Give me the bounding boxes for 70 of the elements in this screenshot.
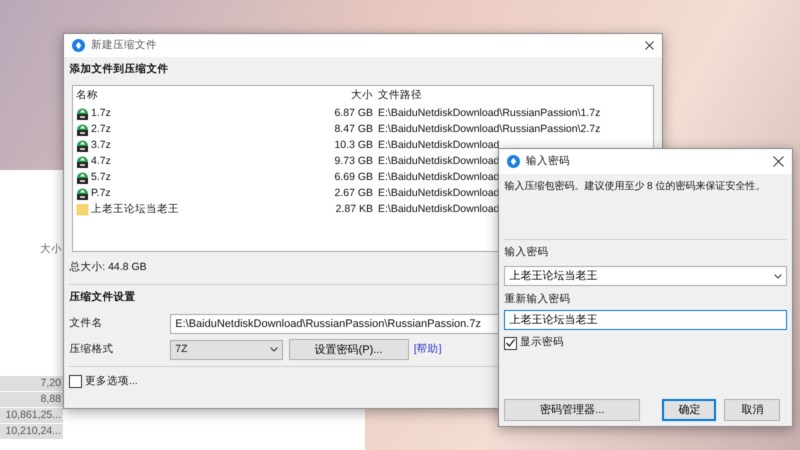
help-link[interactable]: [帮助] <box>414 342 442 358</box>
chevron-icon <box>270 347 278 352</box>
file-row[interactable]: 1.7z 6.87 GB E:\BaiduNetdiskDownload\RussianPassion\1.7z <box>73 106 653 122</box>
close-icon[interactable] <box>773 156 784 167</box>
file-row[interactable]: 2.7z 8.47 GB E:\BaiduNetdiskDownload\RussianPassion\2.7z <box>73 122 653 138</box>
archive-icon <box>76 123 89 136</box>
checkbox-label: 显示密码 <box>520 335 564 350</box>
format-dropdown[interactable]: 7Z <box>170 340 284 360</box>
file-name: 5.7z <box>91 170 111 185</box>
column-header: 大小 <box>40 242 62 257</box>
file-size: 6.69 GB <box>334 170 373 183</box>
table-cell: 10,210,24... <box>0 424 63 440</box>
file-size: 6.87 GB <box>334 106 373 119</box>
field-label: 文件名 <box>69 316 104 331</box>
password-combobox[interactable]: 上老王论坛当老王 <box>504 266 787 286</box>
file-name: 2.7z <box>91 122 111 137</box>
checkbox-label: 更多选项... <box>84 374 138 389</box>
file-size: 2.67 GB <box>334 186 373 199</box>
close-icon[interactable] <box>645 41 654 50</box>
chevron-icon <box>774 274 782 279</box>
password-value: 上老王论坛当老王 <box>509 268 774 284</box>
folder-icon <box>76 203 89 216</box>
field-label: 重新输入密码 <box>504 292 570 304</box>
file-name: P.7z <box>91 186 111 201</box>
file-path: E:\BaiduNetdiskDownload <box>378 170 500 183</box>
column-header: 大小 <box>351 88 373 101</box>
confirm-password-field[interactable]: 上老王论坛当老王 <box>504 310 787 330</box>
file-path: E:\BaiduNetdiskDownload <box>378 138 500 151</box>
archive-icon <box>76 139 89 152</box>
file-size: 10.3 GB <box>334 138 373 151</box>
field-value: E:\BaiduNetdiskDownload\RussianPassion\RussianPassion.7z <box>175 318 481 330</box>
section-title: 压缩文件设置 <box>69 290 136 303</box>
file-size: 2.87 KB <box>336 202 373 215</box>
file-path: E:\BaiduNetdiskDownload\RussianPassion\1.7z <box>378 106 600 119</box>
set-password-button[interactable]: 设置密码(P)... <box>288 339 408 360</box>
column-header: 名称 <box>76 88 98 103</box>
dropdown-value: 7Z <box>175 342 188 357</box>
table-cell: 10,861,25... <box>0 408 63 424</box>
checkbox[interactable] <box>69 375 82 388</box>
dialog-button[interactable]: 确定 <box>662 398 716 421</box>
app-icon <box>72 39 85 52</box>
file-name: 3.7z <box>91 138 111 153</box>
file-row[interactable]: 3.7z 10.3 GB E:\BaiduNetdiskDownload <box>73 138 653 154</box>
archive-icon <box>76 187 89 200</box>
table-cell: 7,20 <box>0 376 63 392</box>
dialog-button[interactable]: 取消 <box>724 398 780 421</box>
file-path: E:\BaiduNetdiskDownload <box>378 154 500 167</box>
total-size: 总大小: 44.8 GB <box>69 260 147 275</box>
archive-icon <box>76 107 89 120</box>
column-header: 文件路径 <box>378 88 422 101</box>
checkbox[interactable] <box>504 336 518 350</box>
window-title: 输入密码 <box>526 154 570 169</box>
window-title: 新建压缩文件 <box>91 38 157 53</box>
file-name: 上老王论坛当老王 <box>91 202 179 217</box>
section-title: 添加文件到压缩文件 <box>69 63 168 76</box>
field-label: 压缩格式 <box>69 342 114 357</box>
app-icon <box>507 155 520 168</box>
file-path: E:\BaiduNetdiskDownload\RussianPassion\2.7z <box>378 122 600 135</box>
file-name: 1.7z <box>91 106 111 121</box>
dialog-button[interactable]: 密码管理器... <box>504 398 640 421</box>
file-name: 4.7z <box>91 154 111 169</box>
archive-icon <box>76 155 89 168</box>
field-label: 输入密码 <box>504 246 548 258</box>
table-cell: 8,88 <box>0 392 63 408</box>
hint-text: 输入压缩包密码。建议使用至少 8 位的密码来保证安全性。 <box>504 181 766 192</box>
archive-icon <box>76 171 89 184</box>
file-size: 8.47 GB <box>334 122 373 135</box>
file-size: 9.73 GB <box>334 154 373 167</box>
file-path: E:\BaiduNetdiskDownload <box>378 186 500 199</box>
file-path: E:\BaiduNetdiskDownload <box>378 202 500 215</box>
